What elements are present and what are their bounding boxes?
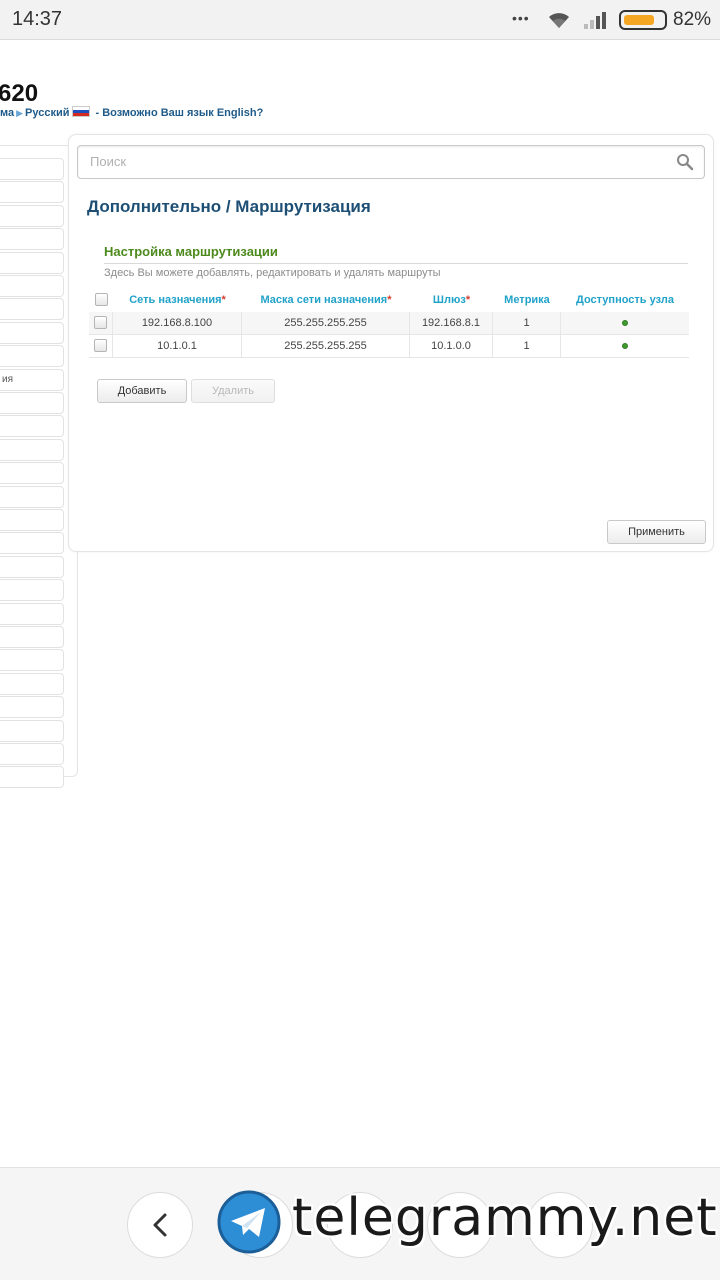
cell-mask[interactable]: 255.255.255.255 <box>242 335 410 358</box>
main-panel: Дополнительно / Маршрутизация Настройка … <box>68 134 714 552</box>
wifi-icon <box>549 13 569 28</box>
signal-icon <box>584 12 606 29</box>
sidebar-item[interactable] <box>0 509 64 531</box>
table-row[interactable]: 192.168.8.100 255.255.255.255 192.168.8.… <box>89 312 689 335</box>
status-bar: 14:37 ••• 82% <box>0 0 720 40</box>
sidebar-item[interactable] <box>0 602 64 625</box>
add-button[interactable]: Добавить <box>97 379 187 403</box>
column-header-mask: Маска сети назначения* <box>260 294 392 306</box>
section-divider <box>104 263 688 264</box>
cell-network[interactable]: 10.1.0.1 <box>113 335 242 358</box>
sidebar-item[interactable] <box>0 462 64 485</box>
search-input[interactable] <box>90 154 660 169</box>
battery-icon <box>619 10 667 30</box>
cell-gateway[interactable]: 192.168.8.1 <box>410 312 493 335</box>
sidebar-item[interactable] <box>0 438 64 461</box>
crumb-language[interactable]: Русский <box>25 107 69 119</box>
battery-percent: 82% <box>673 9 712 30</box>
sidebar-item[interactable] <box>0 649 64 672</box>
sidebar-item[interactable] <box>0 626 64 648</box>
sidebar-item[interactable] <box>0 532 64 555</box>
sidebar-item[interactable] <box>0 251 64 274</box>
sidebar: ия <box>0 145 78 789</box>
sidebar-item[interactable] <box>0 719 64 742</box>
sidebar-item[interactable] <box>0 345 64 368</box>
table-row[interactable]: 10.1.0.1 255.255.255.255 10.1.0.0 1 <box>89 335 689 358</box>
sidebar-item[interactable] <box>0 766 64 789</box>
crumb-system[interactable]: ма <box>0 107 14 119</box>
sidebar-item[interactable] <box>0 415 64 438</box>
cell-metric[interactable]: 1 <box>493 312 561 335</box>
sidebar-item[interactable] <box>0 579 64 602</box>
sidebar-item[interactable] <box>0 696 64 719</box>
section-title: Настройка маршрутизации <box>104 244 278 259</box>
crumb-arrow-icon: ▶ <box>16 108 24 118</box>
sidebar-item[interactable] <box>0 298 64 321</box>
sidebar-item[interactable] <box>0 321 64 344</box>
row-checkbox[interactable] <box>94 338 107 352</box>
russian-flag-icon <box>71 106 90 117</box>
sidebar-item[interactable] <box>0 275 64 297</box>
apply-button[interactable]: Применить <box>607 520 706 544</box>
sidebar-item[interactable] <box>0 555 64 578</box>
sidebar-item[interactable] <box>0 204 64 227</box>
language-suggestion-link[interactable]: - Возможно Ваш язык English? <box>96 107 264 119</box>
page-breadcrumb: Дополнительно / Маршрутизация <box>87 197 371 216</box>
row-select-cell <box>89 335 113 358</box>
delete-button[interactable]: Удалить <box>191 379 275 403</box>
column-header-availability: Доступность узла <box>575 294 675 306</box>
status-time: 14:37 <box>12 8 63 30</box>
section-description: Здесь Вы можете добавлять, редактировать… <box>104 267 441 279</box>
table-header-row: Сеть назначения* Маска сети назначения* … <box>89 289 689 312</box>
cell-network[interactable]: 192.168.8.100 <box>113 312 242 335</box>
battery-level <box>624 15 654 25</box>
select-all-cell <box>89 289 113 312</box>
available-status-icon <box>622 320 628 327</box>
device-model-title: 620 <box>0 80 39 107</box>
sidebar-item[interactable] <box>0 743 64 765</box>
select-all-checkbox[interactable] <box>94 292 108 306</box>
search-icon[interactable] <box>676 153 694 171</box>
sidebar-item[interactable] <box>0 672 64 695</box>
search-box[interactable] <box>77 145 705 179</box>
row-select-cell <box>89 312 113 335</box>
watermark-text: telegrammy.net <box>292 1188 718 1248</box>
column-header-network: Сеть назначения* <box>129 294 226 306</box>
sidebar-item[interactable] <box>0 158 64 180</box>
telegram-logo-icon <box>217 1190 281 1254</box>
sidebar-item[interactable] <box>0 485 64 508</box>
sidebar-item[interactable] <box>0 392 64 414</box>
cell-metric[interactable]: 1 <box>493 335 561 358</box>
sidebar-item[interactable] <box>0 228 64 251</box>
back-icon <box>153 1213 167 1237</box>
cell-gateway[interactable]: 10.1.0.0 <box>410 335 493 358</box>
back-button[interactable] <box>127 1192 193 1258</box>
column-header-metric: Метрика <box>504 294 550 306</box>
row-checkbox[interactable] <box>94 315 107 329</box>
top-crumbs: ма ▶ Русский - Возможно Ваш язык English? <box>0 106 263 119</box>
cell-availability <box>561 312 689 335</box>
notification-dots-icon: ••• <box>512 10 530 26</box>
column-header-gateway: Шлюз* <box>432 294 471 306</box>
sidebar-item[interactable]: ия <box>0 368 64 391</box>
sidebar-item[interactable] <box>0 181 64 204</box>
cell-availability <box>561 335 689 358</box>
cell-mask[interactable]: 255.255.255.255 <box>242 312 410 335</box>
available-status-icon <box>622 343 628 350</box>
